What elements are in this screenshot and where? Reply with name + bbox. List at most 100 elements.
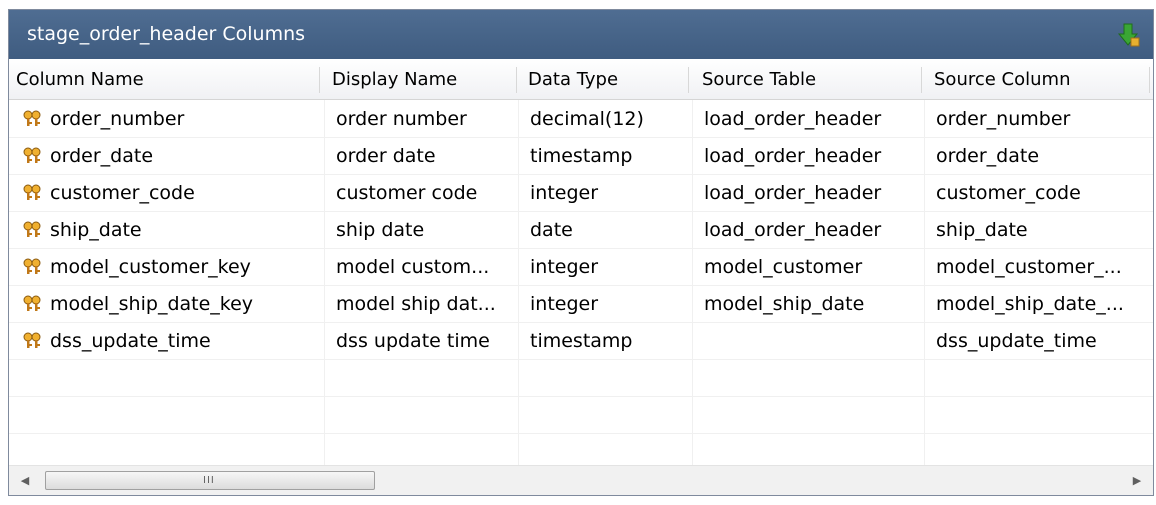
- cell-column-name-text: ship_date: [50, 219, 142, 241]
- cell-source-column-text: model_customer_...: [936, 256, 1122, 278]
- cell-source-column[interactable]: order_number: [924, 100, 1149, 137]
- cell-data-type-text: integer: [530, 182, 599, 204]
- cell-source-table[interactable]: [692, 322, 924, 359]
- table-row[interactable]: [9, 359, 1153, 397]
- cell-data-type-text: date: [530, 219, 573, 241]
- columns-panel: stage_order_header Columns Column Name D…: [8, 9, 1154, 496]
- column-divider[interactable]: [516, 67, 517, 93]
- cell-data-type[interactable]: date: [518, 211, 692, 248]
- cell-column-name[interactable]: customer_code: [9, 174, 324, 211]
- cell-data-type-text: integer: [530, 293, 599, 315]
- cell-source-column-text: order_date: [936, 145, 1040, 167]
- cell-column-name[interactable]: order_date: [9, 137, 324, 174]
- cell-source-table[interactable]: load_order_header: [692, 174, 924, 211]
- cell-source-table[interactable]: load_order_header: [692, 100, 924, 137]
- cell-display-name[interactable]: customer code: [324, 174, 518, 211]
- cell-source-table-text: load_order_header: [704, 219, 882, 241]
- panel-title: stage_order_header Columns: [27, 23, 306, 45]
- key-icon: [23, 295, 41, 311]
- key-icon: [23, 147, 41, 163]
- cell-source-column[interactable]: ship_date: [924, 211, 1149, 248]
- scroll-left-icon[interactable]: ◀: [13, 466, 37, 495]
- cell-source-column-text: order_number: [936, 108, 1071, 130]
- key-icon: [23, 258, 41, 274]
- column-divider[interactable]: [921, 67, 922, 93]
- cell-source-column[interactable]: customer_code: [924, 174, 1149, 211]
- table-row[interactable]: customer_code customer code integer load_or…: [9, 174, 1153, 212]
- cell-data-type-text: integer: [530, 256, 599, 278]
- table-row[interactable]: order_number order number decimal(12) load_…: [9, 100, 1153, 138]
- scrollbar-thumb[interactable]: III: [45, 471, 375, 490]
- cell-source-column[interactable]: order_date: [924, 137, 1149, 174]
- key-icon: [23, 110, 41, 126]
- cell-source-table-text: load_order_header: [704, 145, 882, 167]
- column-header-column-name[interactable]: Column Name: [9, 59, 317, 99]
- cell-column-name-text: dss_update_time: [50, 330, 211, 352]
- cell-source-table[interactable]: load_order_header: [692, 137, 924, 174]
- cell-data-type[interactable]: decimal(12): [518, 100, 692, 137]
- cell-data-type[interactable]: integer: [518, 248, 692, 285]
- panel-titlebar: stage_order_header Columns: [9, 10, 1153, 59]
- table-row[interactable]: [9, 396, 1153, 434]
- column-header-source-column[interactable]: Source Column: [927, 59, 1149, 99]
- cell-data-type[interactable]: timestamp: [518, 137, 692, 174]
- table-header: Column Name Display Name Data Type Sourc…: [9, 59, 1153, 100]
- key-icon: [23, 221, 41, 237]
- key-icon: [23, 332, 41, 348]
- cell-source-column[interactable]: model_customer_...: [924, 248, 1149, 285]
- table-row[interactable]: model_customer_key model custom... integer…: [9, 248, 1153, 286]
- horizontal-scrollbar[interactable]: ◀ III ▶: [9, 465, 1153, 495]
- cell-data-type-text: decimal(12): [530, 108, 644, 130]
- table-row[interactable]: ship_date ship date date load_order_header s…: [9, 211, 1153, 249]
- cell-display-name-text: order number: [336, 108, 467, 130]
- column-divider[interactable]: [319, 67, 320, 93]
- cell-display-name[interactable]: model custom...: [324, 248, 518, 285]
- cell-source-column[interactable]: model_ship_date_...: [924, 285, 1149, 322]
- column-header-display-name[interactable]: Display Name: [325, 59, 515, 99]
- cell-source-column-text: dss_update_time: [936, 330, 1097, 352]
- cell-source-table[interactable]: model_customer: [692, 248, 924, 285]
- cell-display-name[interactable]: ship date: [324, 211, 518, 248]
- cell-source-column-text: ship_date: [936, 219, 1028, 241]
- cell-source-table-text: load_order_header: [704, 182, 882, 204]
- cell-data-type[interactable]: timestamp: [518, 322, 692, 359]
- column-header-source-table[interactable]: Source Table: [695, 59, 919, 99]
- column-divider[interactable]: [688, 67, 689, 93]
- cell-data-type[interactable]: integer: [518, 174, 692, 211]
- column-header-data-type[interactable]: Data Type: [521, 59, 689, 99]
- cell-column-name[interactable]: ship_date: [9, 211, 324, 248]
- cell-data-type-text: timestamp: [530, 145, 633, 167]
- cell-source-table-text: model_customer: [704, 256, 863, 278]
- green-down-arrow-icon[interactable]: [1115, 22, 1141, 48]
- cell-display-name-text: order date: [336, 145, 436, 167]
- cell-display-name-text: dss update time: [336, 330, 490, 352]
- cell-data-type-text: timestamp: [530, 330, 633, 352]
- cell-data-type[interactable]: integer: [518, 285, 692, 322]
- cell-column-name[interactable]: order_number: [9, 100, 324, 137]
- cell-column-name[interactable]: model_ship_date_key: [9, 285, 324, 322]
- cell-display-name[interactable]: order date: [324, 137, 518, 174]
- cell-source-column-text: customer_code: [936, 182, 1081, 204]
- cell-display-name-text: model ship dat...: [336, 293, 496, 315]
- cell-display-name[interactable]: dss update time: [324, 322, 518, 359]
- cell-display-name-text: model custom...: [336, 256, 490, 278]
- key-icon: [23, 184, 41, 200]
- cell-display-name-text: customer code: [336, 182, 478, 204]
- cell-source-table-text: model_ship_date: [704, 293, 865, 315]
- table-row[interactable]: model_ship_date_key model ship dat... inte…: [9, 285, 1153, 323]
- cell-display-name[interactable]: model ship dat...: [324, 285, 518, 322]
- scroll-right-icon[interactable]: ▶: [1125, 466, 1149, 495]
- cell-source-column-text: model_ship_date_...: [936, 293, 1124, 315]
- scrollbar-grip: III: [203, 475, 215, 486]
- table-row[interactable]: order_date order date timestamp load_order_…: [9, 137, 1153, 175]
- cell-column-name[interactable]: model_customer_key: [9, 248, 324, 285]
- cell-column-name-text: model_ship_date_key: [50, 293, 254, 315]
- table-row[interactable]: dss_update_time dss update time timestamp d…: [9, 322, 1153, 360]
- cell-source-table[interactable]: load_order_header: [692, 211, 924, 248]
- cell-display-name[interactable]: order number: [324, 100, 518, 137]
- column-divider[interactable]: [1149, 67, 1150, 93]
- cell-column-name-text: model_customer_key: [50, 256, 251, 278]
- cell-source-column[interactable]: dss_update_time: [924, 322, 1149, 359]
- cell-column-name[interactable]: dss_update_time: [9, 322, 324, 359]
- cell-source-table[interactable]: model_ship_date: [692, 285, 924, 322]
